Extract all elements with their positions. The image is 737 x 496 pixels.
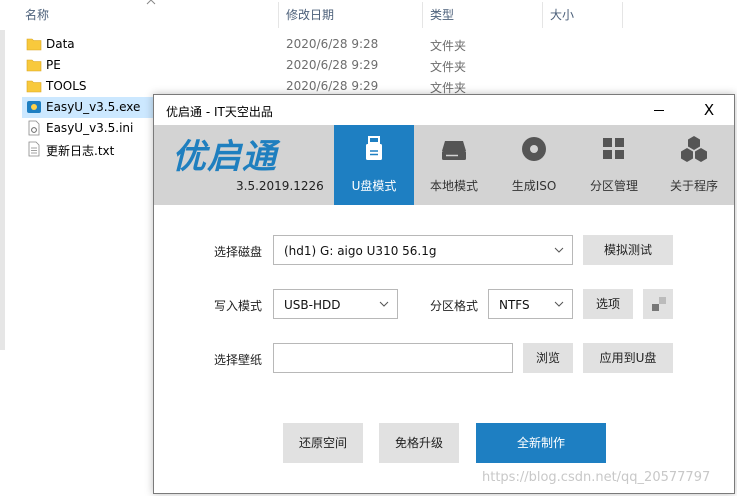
upgrade-label: 免格升级 <box>394 436 443 450</box>
write-mode-label: 写入模式 <box>214 299 263 313</box>
disk-select[interactable]: (hd1) G: aigo U310 56.1g <box>273 235 573 265</box>
cubes-icon <box>681 136 707 162</box>
column-size-header[interactable]: 大小 <box>546 0 622 28</box>
file-type: 文件夹 <box>430 39 467 53</box>
file-name: Data <box>46 37 75 51</box>
tab-make-iso[interactable]: 生成ISO <box>494 125 574 205</box>
apply-to-usb-button[interactable]: 应用到U盘 <box>583 343 673 373</box>
apply-to-usb-label: 应用到U盘 <box>599 351 657 365</box>
tab-about[interactable]: 关于程序 <box>654 125 734 205</box>
column-divider[interactable] <box>622 2 623 28</box>
title-bar[interactable]: 优启通 - IT天空出品 X <box>154 95 734 125</box>
upgrade-without-format-button[interactable]: 免格升级 <box>379 423 459 463</box>
settings-file-icon <box>28 120 40 136</box>
file-date: 2020/6/28 9:28 <box>286 37 379 51</box>
checker-icon <box>652 297 666 311</box>
exe-icon <box>27 101 41 113</box>
browse-label: 浏览 <box>535 351 560 365</box>
file-name: 更新日志.txt <box>46 144 115 158</box>
wallpaper-path-input[interactable] <box>273 343 513 373</box>
window-title: 优启通 - IT天空出品 <box>166 105 273 119</box>
file-name: PE <box>46 58 61 72</box>
column-divider[interactable] <box>278 2 279 28</box>
close-button[interactable]: X <box>694 101 724 121</box>
tab-label: 关于程序 <box>669 179 718 193</box>
toggle-square-button[interactable] <box>643 289 673 319</box>
folder-icon <box>26 80 42 93</box>
disk-select-value: (hd1) G: aigo U310 56.1g <box>284 244 437 258</box>
create-new-button[interactable]: 全新制作 <box>476 423 606 463</box>
file-name: TOOLS <box>46 79 87 93</box>
column-type-label: 类型 <box>430 8 455 22</box>
disk-label: 选择磁盘 <box>214 245 263 259</box>
restore-space-label: 还原空间 <box>298 436 347 450</box>
column-divider[interactable] <box>542 2 543 28</box>
tab-local-mode[interactable]: 本地模式 <box>414 125 494 205</box>
restore-space-button[interactable]: 还原空间 <box>283 423 363 463</box>
partition-format-value: NTFS <box>499 298 530 312</box>
file-name: EasyU_v3.5.exe <box>46 100 141 114</box>
chevron-down-icon <box>379 301 389 307</box>
create-new-label: 全新制作 <box>516 436 565 450</box>
column-name-label: 名称 <box>25 8 50 22</box>
file-row[interactable]: Data 2020/6/28 9:28 文件夹 <box>22 34 736 55</box>
tab-label: 生成ISO <box>511 179 557 193</box>
column-size-label: 大小 <box>550 8 575 22</box>
hard-drive-icon <box>442 141 466 160</box>
close-icon: X <box>703 101 715 119</box>
file-row[interactable]: PE 2020/6/28 9:29 文件夹 <box>22 55 736 76</box>
app-logo: 优启通 <box>172 137 277 177</box>
wallpaper-label: 选择壁纸 <box>214 353 263 367</box>
options-button[interactable]: 选项 <box>583 289 633 319</box>
tab-usb-mode[interactable]: U盘模式 <box>334 125 414 205</box>
partition-grid-icon <box>603 138 624 159</box>
column-modified-label: 修改日期 <box>286 8 335 22</box>
watermark-text: https://blog.csdn.net/qq_20577797 <box>482 470 711 485</box>
chevron-down-icon <box>554 247 564 253</box>
file-name: EasyU_v3.5.ini <box>46 121 134 135</box>
disc-icon <box>522 137 546 161</box>
version-label: 3.5.2019.1226 <box>236 179 324 193</box>
usb-icon <box>366 136 382 160</box>
column-type-header[interactable]: 类型 <box>426 0 542 28</box>
options-label: 选项 <box>595 297 620 311</box>
text-file-icon <box>28 141 40 157</box>
folder-icon <box>26 59 42 72</box>
tab-partition-manager[interactable]: 分区管理 <box>574 125 654 205</box>
column-modified-header[interactable]: 修改日期 <box>282 0 422 28</box>
header-banner: 优启通 3.5.2019.1226 U盘模式 本地模式 生成ISO 分区管理 关… <box>154 125 734 205</box>
tab-label: U盘模式 <box>351 179 397 193</box>
app-window: 优启通 - IT天空出品 X 优启通 3.5.2019.1226 U盘模式 本地… <box>153 94 735 494</box>
simulate-test-label: 模拟测试 <box>603 243 652 257</box>
navigation-pane-edge <box>0 30 5 350</box>
partition-format-select[interactable]: NTFS <box>488 289 573 319</box>
minimize-button[interactable] <box>644 95 674 125</box>
tab-label: 分区管理 <box>589 179 638 193</box>
file-date: 2020/6/28 9:29 <box>286 79 379 93</box>
simulate-test-button[interactable]: 模拟测试 <box>583 235 673 265</box>
column-divider[interactable] <box>422 2 423 28</box>
file-list-header: 名称 修改日期 类型 大小 <box>0 0 737 30</box>
tab-label: 本地模式 <box>429 179 478 193</box>
file-date: 2020/6/28 9:29 <box>286 58 379 72</box>
folder-icon <box>26 38 42 51</box>
write-mode-select[interactable]: USB-HDD <box>273 289 398 319</box>
file-type: 文件夹 <box>430 60 467 74</box>
browse-button[interactable]: 浏览 <box>523 343 573 373</box>
write-mode-value: USB-HDD <box>284 298 341 312</box>
chevron-down-icon <box>554 301 564 307</box>
sort-ascending-icon <box>146 0 156 5</box>
partition-format-label: 分区格式 <box>430 299 479 313</box>
